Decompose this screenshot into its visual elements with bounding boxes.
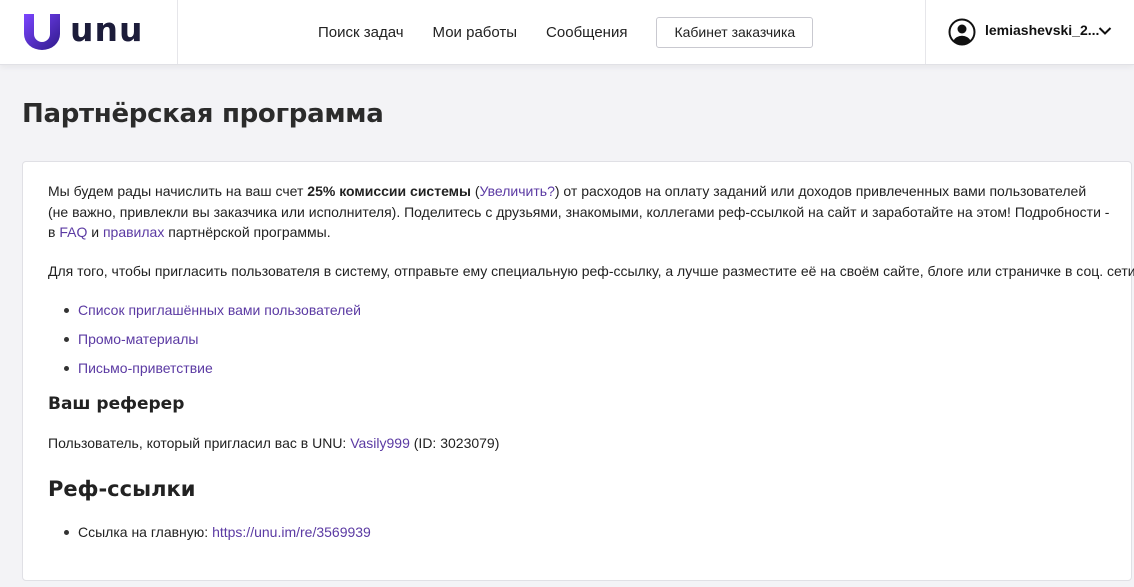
list-item: Список приглашённых вами пользователей bbox=[48, 300, 361, 329]
page-title: Партнёрская программа bbox=[22, 99, 384, 129]
referrer-user-link[interactable]: Vasily999 bbox=[350, 435, 410, 451]
rules-link[interactable]: правилах bbox=[103, 224, 164, 240]
customer-cabinet-button[interactable]: Кабинет заказчика bbox=[656, 16, 814, 48]
user-menu[interactable]: lemiashevski_2... bbox=[925, 0, 1134, 64]
logo-area[interactable]: unu bbox=[0, 0, 178, 64]
invite-paragraph: Для того, чтобы пригласить пользователя … bbox=[48, 263, 1134, 279]
content-card: Мы будем рады начислить на ваш счет 25% … bbox=[22, 161, 1134, 581]
list-item: Письмо-приветствие bbox=[48, 358, 361, 387]
list-item: Ссылка на главную: https://unu.im/re/356… bbox=[48, 522, 371, 542]
commission-highlight: 25% комиссии системы bbox=[307, 183, 471, 199]
intro-paragraph: Мы будем рады начислить на ваш счет 25% … bbox=[48, 181, 1110, 243]
partner-links-list: Список приглашённых вами пользователей П… bbox=[48, 300, 361, 387]
nav-task-search[interactable]: Поиск задач bbox=[318, 24, 404, 41]
nav-messages[interactable]: Сообщения bbox=[546, 24, 627, 41]
intro-text-2: ( bbox=[470, 183, 480, 199]
list-item: Промо-материалы bbox=[48, 329, 361, 358]
nav-my-works[interactable]: Мои работы bbox=[433, 24, 518, 41]
welcome-letter-link[interactable]: Письмо-приветствие bbox=[78, 360, 213, 376]
user-name[interactable]: lemiashevski_2... bbox=[985, 22, 1099, 38]
ref-link-url[interactable]: https://unu.im/re/3569939 bbox=[212, 524, 371, 540]
intro-text-4: и bbox=[87, 224, 103, 240]
ref-links-heading: Реф-ссылки bbox=[48, 477, 196, 501]
promo-materials-link[interactable]: Промо-материалы bbox=[78, 331, 198, 347]
chevron-down-icon[interactable] bbox=[1098, 26, 1112, 36]
brand-name: unu bbox=[70, 10, 144, 49]
referrer-heading: Ваш реферер bbox=[48, 394, 185, 414]
increase-link[interactable]: Увеличить? bbox=[480, 183, 555, 199]
referrer-info: Пользователь, который пригласил вас в UN… bbox=[48, 433, 499, 453]
user-avatar-icon bbox=[948, 18, 976, 46]
ref-link-label: Ссылка на главную: bbox=[78, 524, 213, 540]
ref-links-list: Ссылка на главную: https://unu.im/re/356… bbox=[48, 522, 371, 542]
intro-text-5: партнёрской программы. bbox=[164, 224, 331, 240]
invited-users-link[interactable]: Список приглашённых вами пользователей bbox=[78, 302, 361, 318]
unu-logo-icon bbox=[24, 14, 60, 50]
main-nav: Поиск задач Мои работы Сообщения Кабинет… bbox=[318, 0, 814, 64]
top-header: unu Поиск задач Мои работы Сообщения Каб… bbox=[0, 0, 1134, 65]
referrer-prefix: Пользователь, который пригласил вас в UN… bbox=[48, 435, 351, 451]
intro-text-1: Мы будем рады начислить на ваш счет bbox=[48, 183, 308, 199]
faq-link[interactable]: FAQ bbox=[59, 224, 87, 240]
referrer-id: (ID: 3023079) bbox=[409, 435, 500, 451]
